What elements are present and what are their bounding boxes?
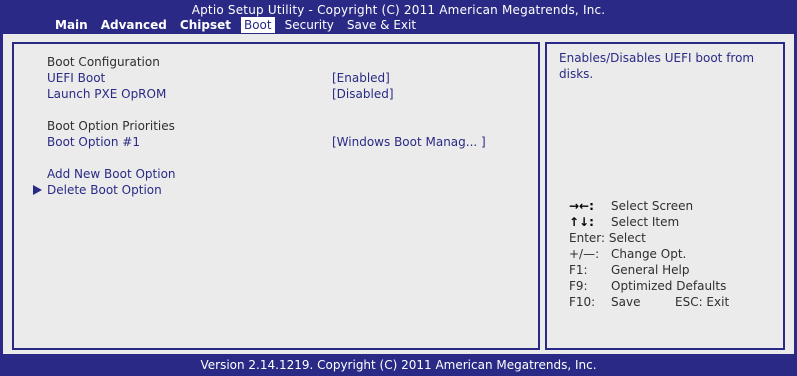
left-right-arrows-icon: →←: xyxy=(569,199,594,213)
tab-save-exit[interactable]: Save & Exit xyxy=(344,17,419,33)
delete-boot-option-row[interactable]: Delete Boot Option xyxy=(14,182,538,198)
key-desc: Select Screen xyxy=(611,199,694,213)
key-desc: ESC: Exit xyxy=(675,295,730,309)
key-desc: Change Opt. xyxy=(611,247,687,261)
delete-boot-option-label[interactable]: Delete Boot Option xyxy=(47,182,162,198)
settings-panel: Boot Configuration UEFI Boot [Enabled] L… xyxy=(12,42,540,350)
submenu-arrow-icon xyxy=(33,185,42,195)
boot-option-1-row[interactable]: Boot Option #1 [Windows Boot Manag... ] xyxy=(14,134,538,150)
key-legend: →←: Select Screen ↑↓: Select Item Enter:… xyxy=(569,198,779,310)
uefi-boot-row[interactable]: UEFI Boot [Enabled] xyxy=(14,70,538,86)
key-desc: Optimized Defaults xyxy=(611,279,727,293)
key-row-select-screen: →←: Select Screen xyxy=(569,198,779,214)
main-frame: Boot Configuration UEFI Boot [Enabled] L… xyxy=(3,34,794,354)
add-new-boot-option-row[interactable]: Add New Boot Option xyxy=(14,166,538,182)
key-label: F10: xyxy=(569,295,596,309)
boot-option-priorities-heading: Boot Option Priorities xyxy=(47,119,175,133)
tab-chipset[interactable]: Chipset xyxy=(177,17,234,33)
uefi-boot-value[interactable]: [Enabled] xyxy=(332,70,390,86)
help-description: Enables/Disables UEFI boot from disks. xyxy=(559,51,755,81)
key-row-f9: F9: Optimized Defaults xyxy=(569,278,779,294)
key-desc: Save xyxy=(611,295,641,309)
key-desc: Select Item xyxy=(611,215,680,229)
key-row-change: +/—: Change Opt. xyxy=(569,246,779,262)
tab-boot[interactable]: Boot xyxy=(240,17,275,33)
key-row-enter: Enter: Select xyxy=(569,230,779,246)
key-label: +/—: xyxy=(569,247,600,261)
tab-advanced[interactable]: Advanced xyxy=(98,17,170,33)
launch-pxe-label[interactable]: Launch PXE OpROM xyxy=(47,86,166,102)
boot-option-1-label[interactable]: Boot Option #1 xyxy=(47,134,140,150)
add-new-boot-option-label[interactable]: Add New Boot Option xyxy=(47,166,176,182)
key-label: F1: xyxy=(569,263,588,277)
boot-configuration-heading: Boot Configuration xyxy=(47,55,160,69)
up-down-arrows-icon: ↑↓: xyxy=(569,215,594,229)
key-row-f1: F1: General Help xyxy=(569,262,779,278)
launch-pxe-row[interactable]: Launch PXE OpROM [Disabled] xyxy=(14,86,538,102)
uefi-boot-label[interactable]: UEFI Boot xyxy=(47,70,105,86)
boot-option-1-value[interactable]: [Windows Boot Manag... ] xyxy=(332,134,486,150)
app-title: Aptio Setup Utility - Copyright (C) 2011… xyxy=(191,3,606,17)
footer-version: Version 2.14.1219. Copyright (C) 2011 Am… xyxy=(200,358,597,372)
launch-pxe-value[interactable]: [Disabled] xyxy=(332,86,394,102)
tab-main[interactable]: Main xyxy=(52,17,91,33)
key-row-f10: F10: Save ESC: Exit xyxy=(569,294,779,310)
help-panel: Enables/Disables UEFI boot from disks. →… xyxy=(545,42,785,350)
key-label: F9: xyxy=(569,279,588,293)
key-desc: Enter: Select xyxy=(569,231,646,245)
key-desc: General Help xyxy=(611,263,690,277)
tab-security[interactable]: Security xyxy=(282,17,337,33)
key-row-select-item: ↑↓: Select Item xyxy=(569,214,779,230)
title-bar: Aptio Setup Utility - Copyright (C) 2011… xyxy=(0,0,797,34)
tab-bar: Main Advanced Chipset Boot Security Save… xyxy=(52,17,426,33)
